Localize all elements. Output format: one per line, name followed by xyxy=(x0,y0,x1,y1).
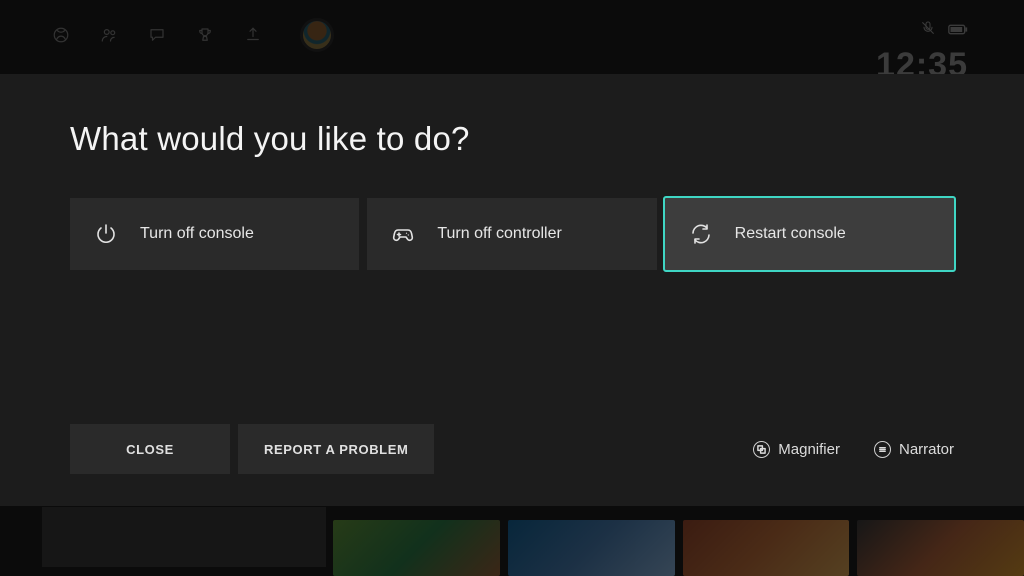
option-row: Turn off console Turn off controller Res… xyxy=(70,198,954,270)
report-problem-button[interactable]: REPORT A PROBLEM xyxy=(238,424,434,474)
dialog-title: What would you like to do? xyxy=(70,120,954,158)
close-button[interactable]: CLOSE xyxy=(70,424,230,474)
menu-button-icon xyxy=(874,441,891,458)
upload-icon xyxy=(244,26,262,44)
restart-icon xyxy=(689,222,713,246)
mic-mute-icon xyxy=(920,20,936,41)
restart-console-button[interactable]: Restart console xyxy=(665,198,954,270)
magnifier-label: Magnifier xyxy=(778,441,840,458)
footer-buttons: CLOSE REPORT A PROBLEM xyxy=(70,424,434,474)
option-label: Turn off console xyxy=(140,225,254,243)
option-label: Restart console xyxy=(735,225,846,243)
battery-icon xyxy=(948,22,968,40)
magnifier-hint[interactable]: Magnifier xyxy=(753,441,840,458)
chat-icon xyxy=(148,26,166,44)
bg-side-panel xyxy=(42,507,326,567)
view-button-icon xyxy=(753,441,770,458)
profile-avatar xyxy=(300,18,334,52)
xbox-icon xyxy=(52,26,70,44)
power-icon xyxy=(94,222,118,246)
option-label: Turn off controller xyxy=(437,225,562,243)
achievements-icon xyxy=(196,26,214,44)
power-dialog: What would you like to do? Turn off cons… xyxy=(0,74,1024,506)
status-tray xyxy=(920,20,968,41)
dialog-footer: CLOSE REPORT A PROBLEM Magnifier Narrato… xyxy=(70,424,954,474)
turn-off-controller-button[interactable]: Turn off controller xyxy=(367,198,656,270)
friends-icon xyxy=(100,26,118,44)
guide-topbar xyxy=(52,18,334,52)
narrator-label: Narrator xyxy=(899,441,954,458)
turn-off-console-button[interactable]: Turn off console xyxy=(70,198,359,270)
narrator-hint[interactable]: Narrator xyxy=(874,441,954,458)
accessibility-hints: Magnifier Narrator xyxy=(753,441,954,458)
bg-game-tiles xyxy=(333,520,1024,576)
controller-icon xyxy=(391,222,415,246)
